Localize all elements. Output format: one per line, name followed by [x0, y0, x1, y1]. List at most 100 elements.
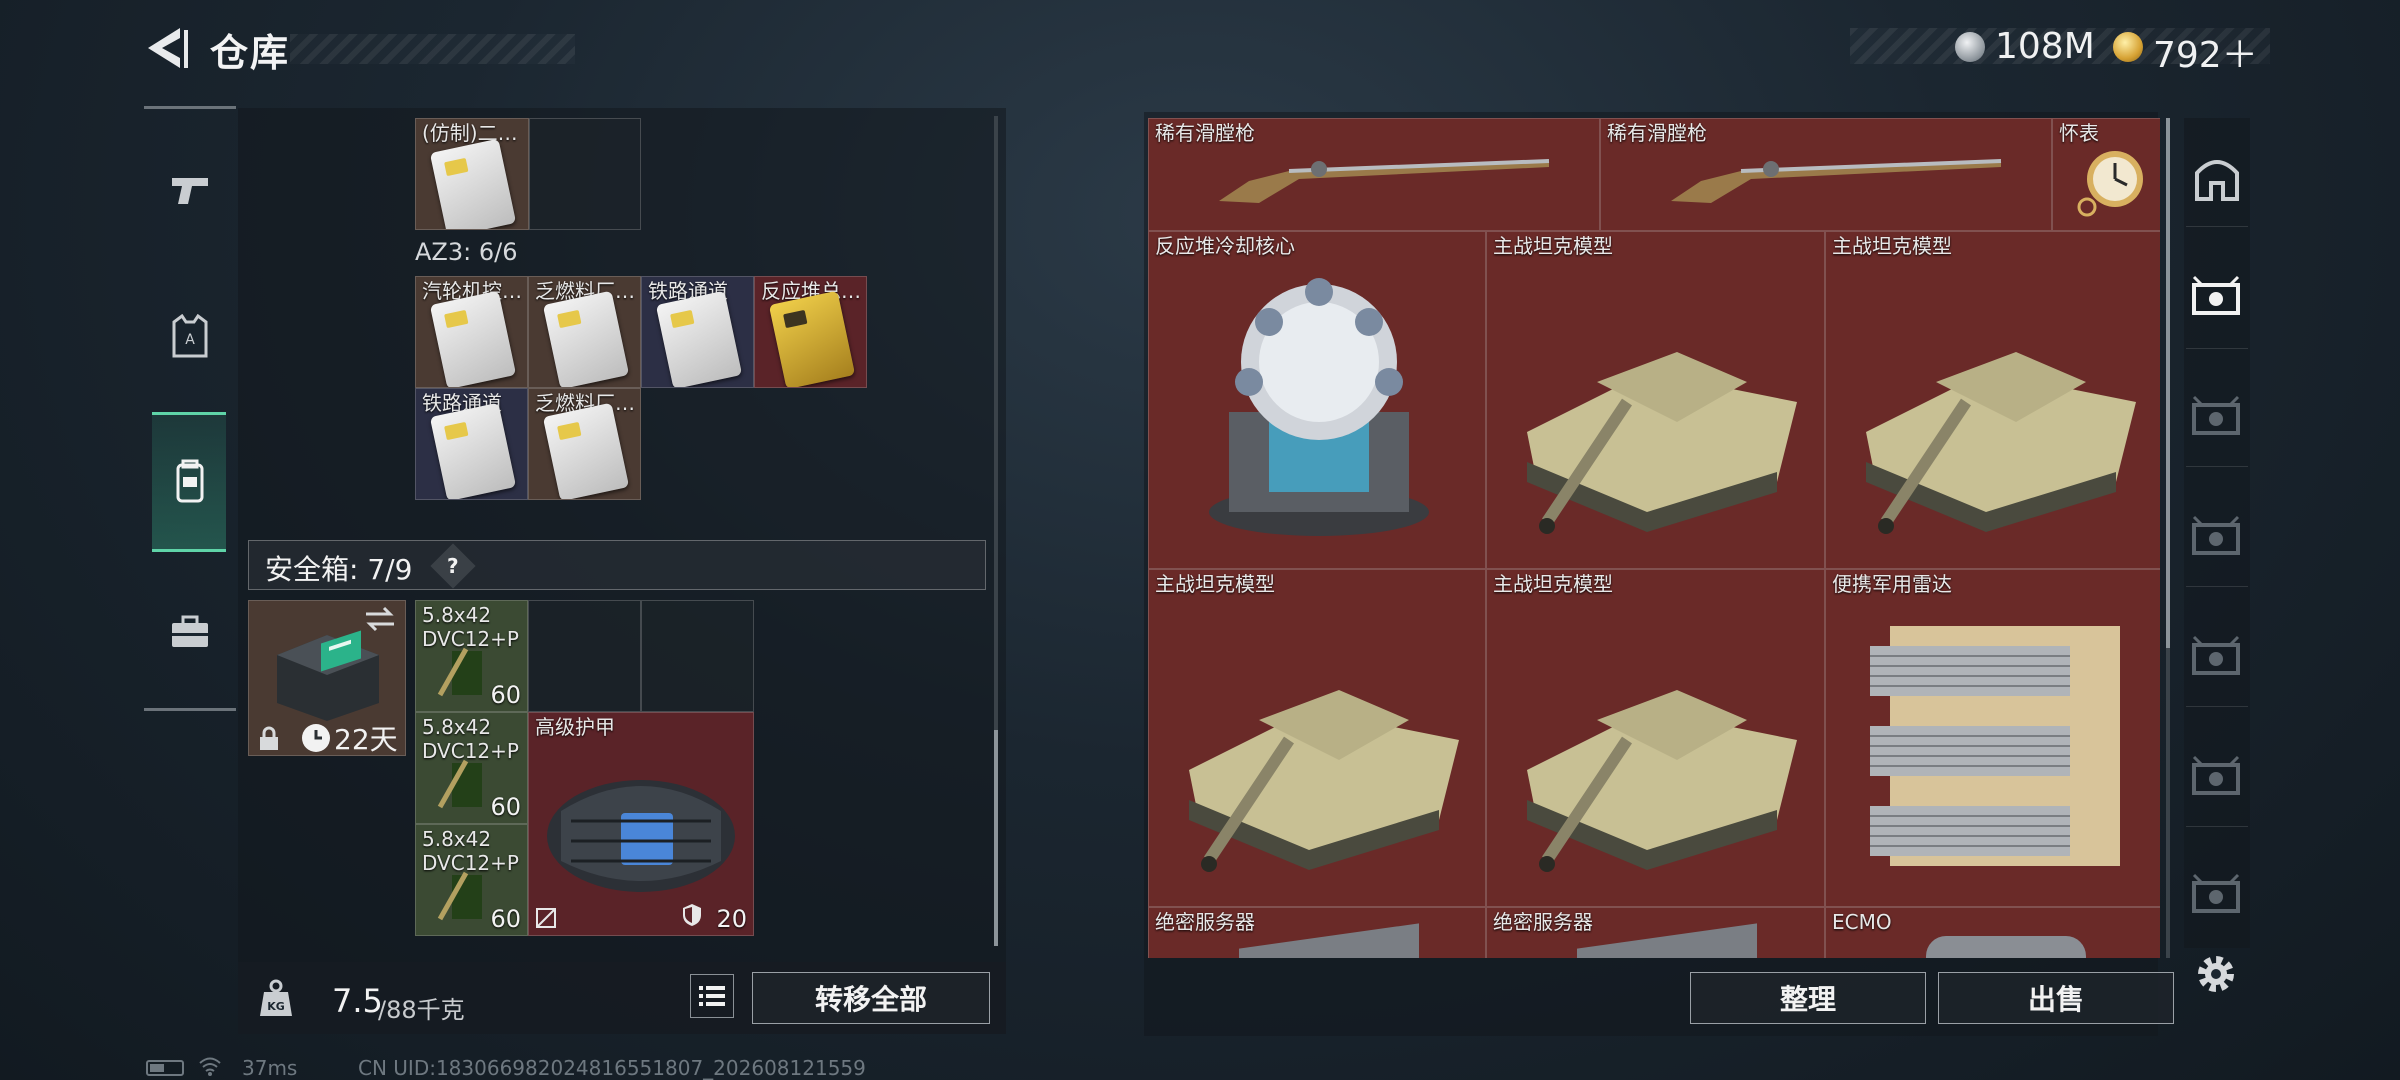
- storage-item[interactable]: 反应堆冷却核心: [1148, 231, 1486, 569]
- gear-icon[interactable]: [2192, 950, 2240, 998]
- storage-tab-3[interactable]: [2186, 504, 2248, 566]
- ammo-count: 60: [490, 793, 521, 821]
- inventory-item[interactable]: (仿制)二…: [415, 118, 529, 230]
- ammo-slot[interactable]: 5.8x42 DVC12+P 60: [415, 600, 528, 712]
- musket-icon: [1671, 159, 2002, 203]
- tab-separator: [2186, 226, 2248, 227]
- lock-icon: [260, 726, 278, 750]
- swap-icon[interactable]: [362, 604, 398, 634]
- keycard-slot[interactable]: 乏燃料厂…: [528, 388, 641, 500]
- pistol-icon: [172, 178, 208, 204]
- storage-item[interactable]: 主战坦克模型: [1486, 231, 1825, 569]
- item-label: (仿制)二…: [422, 121, 518, 145]
- storage-grid: 稀有滑膛枪 稀有滑膛枪 怀表 反应堆冷却核心 主战坦克模型 主战坦克模型 主战坦…: [1148, 118, 2160, 958]
- keycard-slot[interactable]: 反应堆总…: [754, 276, 867, 388]
- keycard-slot[interactable]: 乏燃料厂…: [528, 276, 641, 388]
- server-icon: [1239, 923, 1419, 958]
- tab-separator: [2186, 706, 2248, 707]
- armor-tab[interactable]: A: [160, 306, 220, 366]
- silver-coin-icon: [1955, 32, 1985, 62]
- list-icon: [699, 986, 725, 1006]
- ecmo-icon: [1926, 936, 2086, 958]
- transfer-all-button[interactable]: 转移全部: [752, 972, 990, 1024]
- tab-separator: [2186, 826, 2248, 827]
- weight-icon: KG: [260, 979, 292, 1016]
- safebox-icon: [277, 630, 379, 721]
- empty-slot[interactable]: [529, 118, 641, 230]
- tank-model-icon: [1527, 690, 1797, 872]
- armor-durability: 20: [716, 905, 747, 933]
- warehouse-tab-icon: [2192, 873, 2240, 913]
- ammo-caliber: 5.8x42: [422, 603, 492, 627]
- keycard-slot[interactable]: 铁路通道: [415, 388, 528, 500]
- sell-button[interactable]: 出售: [1938, 972, 2174, 1024]
- ammo-caliber: 5.8x42: [422, 715, 492, 739]
- silver-currency-amount[interactable]: 108M: [1995, 26, 2095, 67]
- back-arrow-icon: [148, 28, 188, 68]
- storage-item[interactable]: 主战坦克模型: [1486, 569, 1825, 907]
- inventory-scroll-thumb[interactable]: [994, 730, 998, 946]
- storage-item[interactable]: 主战坦克模型: [1825, 231, 2160, 569]
- warehouse-tab-icon: [2192, 755, 2240, 795]
- storage-tab-6[interactable]: [2186, 862, 2248, 924]
- ammo-count: 60: [490, 681, 521, 709]
- item-label: 反应堆冷却核心: [1155, 234, 1295, 258]
- gold-currency-amount[interactable]: 792＋: [2153, 26, 2258, 78]
- musket-icon: [1219, 159, 1550, 203]
- keycard-icon: [429, 402, 517, 499]
- tab-separator: [2186, 348, 2248, 349]
- armor-slot[interactable]: 高级护甲 20: [528, 712, 754, 936]
- wifi-icon: [199, 1057, 221, 1076]
- no-insurance-icon: [536, 908, 556, 928]
- storage-item[interactable]: 便携军用雷达: [1825, 569, 2160, 907]
- storage-item[interactable]: 稀有滑膛枪: [1148, 118, 1600, 231]
- list-view-button[interactable]: [690, 974, 734, 1018]
- svg-text:A: A: [185, 332, 195, 348]
- battery-icon: [146, 1060, 184, 1076]
- ammo-slot[interactable]: 5.8x42 DVC12+P 60: [415, 824, 528, 936]
- warehouse-tab-icon: [2192, 395, 2240, 435]
- storage-tab-all[interactable]: [2186, 148, 2248, 210]
- tab-divider-top: [144, 106, 236, 109]
- storage-item[interactable]: 主战坦克模型: [1148, 569, 1486, 907]
- storage-tab-2[interactable]: [2186, 384, 2248, 446]
- storage-item[interactable]: ECMO: [1825, 907, 2160, 958]
- armor-bag-icon: [547, 780, 735, 892]
- back-button[interactable]: [140, 22, 190, 74]
- item-label: 绝密服务器: [1155, 910, 1255, 934]
- storage-tab-1[interactable]: [2186, 264, 2248, 326]
- storage-tab-5[interactable]: [2186, 744, 2248, 806]
- storage-item[interactable]: 稀有滑膛枪: [1600, 118, 2052, 231]
- toolbox-tab[interactable]: [160, 602, 220, 662]
- reactor-core-icon: [1209, 278, 1429, 536]
- warehouse-tab-icon: [2192, 275, 2240, 315]
- weapon-tab[interactable]: [160, 160, 220, 220]
- storage-tab-4[interactable]: [2186, 624, 2248, 686]
- storage-item[interactable]: 绝密服务器: [1148, 907, 1486, 958]
- empty-slot[interactable]: [641, 600, 754, 712]
- item-label: 主战坦克模型: [1493, 234, 1613, 258]
- ammo-box-icon: [437, 759, 482, 809]
- storage-scroll-thumb[interactable]: [2166, 118, 2170, 648]
- armor-label: 高级护甲: [535, 715, 615, 739]
- storage-item[interactable]: 怀表: [2052, 118, 2160, 231]
- item-label: 主战坦克模型: [1493, 572, 1613, 596]
- backpack-tab[interactable]: [160, 452, 220, 512]
- keycard-slot[interactable]: 铁路通道: [641, 276, 754, 388]
- ammo-box-icon: [437, 647, 482, 697]
- warehouse-tab-icon: [2192, 515, 2240, 555]
- warehouse-tab-icon: [2192, 635, 2240, 675]
- ammo-box-icon: [437, 871, 482, 921]
- keycard-slot[interactable]: 汽轮机控…: [415, 276, 528, 388]
- sort-button[interactable]: 整理: [1690, 972, 1926, 1024]
- tab-divider-bottom: [144, 708, 236, 711]
- expiry-days: 22天: [334, 723, 398, 756]
- empty-slot[interactable]: [528, 600, 641, 712]
- gold-coin-icon: [2113, 32, 2143, 62]
- item-label: ECMO: [1832, 910, 1892, 934]
- weight-max: /88千克: [378, 996, 465, 1024]
- keycard-icon: [655, 290, 743, 387]
- storage-item[interactable]: 绝密服务器: [1486, 907, 1825, 958]
- ammo-slot[interactable]: 5.8x42 DVC12+P 60: [415, 712, 528, 824]
- title-decoration: [290, 34, 575, 64]
